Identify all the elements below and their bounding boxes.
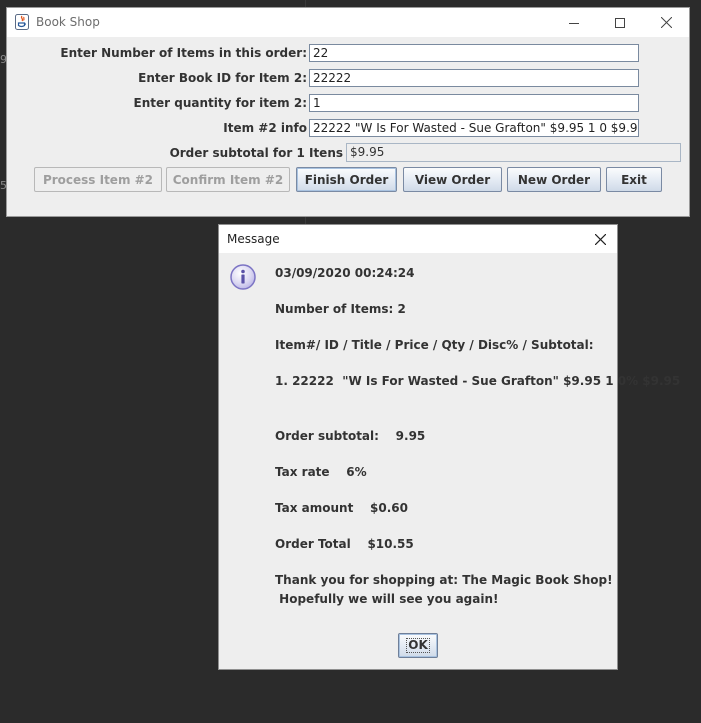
java-icon	[15, 14, 29, 30]
items-count-label: Enter Number of Items in this order:	[60, 46, 307, 60]
message-tax-rate: Tax rate 6%	[275, 465, 367, 479]
maximize-icon	[615, 17, 625, 28]
quantity-input[interactable]: 1	[309, 94, 639, 112]
close-icon	[594, 233, 606, 245]
dialog-title: Message	[227, 232, 280, 246]
ok-label: OK	[406, 638, 430, 653]
items-count-input[interactable]: 22	[309, 44, 639, 62]
info-icon	[230, 264, 256, 290]
message-subtotal: Order subtotal: 9.95	[275, 429, 426, 443]
minimize-button[interactable]	[551, 8, 597, 37]
message-thank-you: Thank you for shopping at: The Magic Boo…	[275, 573, 613, 587]
dialog-close-button[interactable]	[583, 225, 617, 253]
exit-button[interactable]: Exit	[606, 167, 662, 192]
view-order-button[interactable]: View Order	[403, 167, 502, 192]
close-button[interactable]	[643, 8, 689, 37]
book-id-label: Enter Book ID for Item 2:	[138, 71, 307, 85]
dialog-titlebar[interactable]: Message	[219, 225, 617, 253]
confirm-item-button[interactable]: Confirm Item #2	[166, 167, 290, 192]
finish-order-button[interactable]: Finish Order	[296, 167, 397, 192]
minimize-icon	[569, 22, 579, 24]
message-columns-header: Item#/ ID / Title / Price / Qty / Disc% …	[275, 338, 594, 352]
order-subtotal-field: $9.95	[346, 143, 681, 162]
item-info-label: Item #2 info	[223, 121, 307, 135]
close-icon	[660, 17, 672, 28]
window-title: Book Shop	[36, 15, 100, 29]
ok-button[interactable]: OK	[398, 633, 438, 658]
message-order-total: Order Total $10.55	[275, 537, 414, 551]
message-dialog: Message 03/09/2020 00:24:24 Number of It…	[218, 224, 680, 670]
message-item-count: Number of Items: 2	[275, 302, 406, 316]
item-info-field[interactable]: 22222 "W Is For Wasted - Sue Grafton" $9…	[309, 119, 639, 137]
message-order-line: 1. 22222 "W Is For Wasted - Sue Grafton"…	[275, 374, 681, 388]
message-tax-amount: Tax amount $0.60	[275, 501, 408, 515]
book-id-input[interactable]: 22222	[309, 69, 639, 87]
quantity-label: Enter quantity for item 2:	[133, 96, 307, 110]
new-order-button[interactable]: New Order	[507, 167, 601, 192]
order-subtotal-label: Order subtotal for 1 Itens	[169, 146, 343, 160]
message-timestamp: 03/09/2020 00:24:24	[275, 266, 415, 280]
maximize-button[interactable]	[597, 8, 643, 37]
message-farewell: Hopefully we will see you again!	[275, 592, 499, 606]
book-shop-window: Book Shop Enter Number of Items in this …	[6, 7, 690, 217]
window-titlebar[interactable]: Book Shop	[7, 8, 689, 37]
process-item-button[interactable]: Process Item #2	[34, 167, 162, 192]
